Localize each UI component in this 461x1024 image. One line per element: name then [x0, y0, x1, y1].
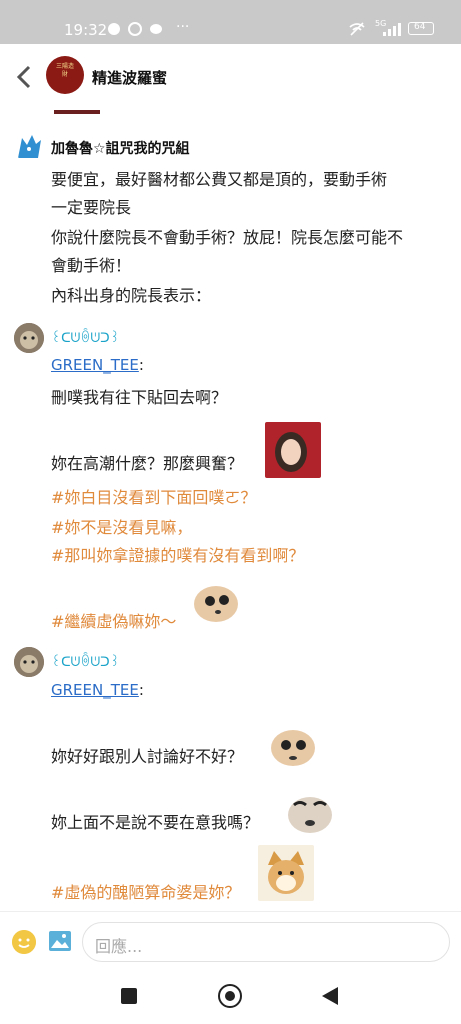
post-text-line: 妳上面不是說不要在意我嗎？: [51, 813, 260, 832]
mention-link[interactable]: GREEN_TEE: [51, 356, 139, 374]
post-text-line: 要便宜，最好醫材都公費又都是頂的，要動手術: [51, 170, 388, 189]
reply-input[interactable]: 回應...: [82, 922, 450, 962]
post-text-line: 內科出身的院長表示：: [51, 286, 212, 305]
chihuahua-sticker[interactable]: [188, 572, 244, 628]
chat-icon: [150, 24, 162, 34]
mention-link[interactable]: GREEN_TEE: [51, 681, 139, 699]
status-time: 19:32: [64, 21, 108, 39]
more-notifications: ···: [176, 19, 190, 35]
battery-level: 64: [414, 22, 426, 32]
cat-avatar[interactable]: [14, 647, 44, 677]
status-bar: 19:32 ··· 5G 64: [0, 0, 461, 44]
post-username[interactable]: 加魯魯☆詛咒我的咒組: [51, 138, 190, 158]
post-username[interactable]: ꒰ᑕᕫꉺᕫᑐ꒱: [51, 329, 120, 346]
previous-image-peek: [54, 110, 100, 114]
hashtag-line[interactable]: #妳不是沒看見嘛，: [51, 514, 192, 538]
post-text-line: 妳在高潮什麼？那麼興奮？: [51, 454, 244, 473]
mention-colon: :: [138, 356, 144, 374]
back-arrow-icon[interactable]: [12, 64, 38, 90]
hashtag-line[interactable]: #那叫妳拿證據的噗有沒有看到啊？: [51, 542, 304, 566]
mention-colon: :: [138, 681, 144, 699]
post-text-line: 刪噗我有往下貼回去啊？: [51, 388, 228, 407]
top-bar: 三陽造財 精進波羅蜜: [0, 44, 461, 110]
cloud-icon: [108, 23, 120, 35]
cat-avatar[interactable]: [14, 323, 44, 353]
mention-line: GREEN_TEE:: [51, 356, 144, 374]
emoji-icon[interactable]: [12, 930, 36, 954]
battery-icon: 64: [408, 22, 434, 35]
post-text-line: 會動手術！: [51, 256, 132, 275]
wifi-off-icon: [349, 22, 365, 36]
mention-line: GREEN_TEE:: [51, 681, 144, 699]
back-triangle-icon[interactable]: [322, 987, 338, 1005]
recent-apps-icon[interactable]: [121, 988, 137, 1004]
app-icon: [128, 22, 142, 36]
eyebrow-dog-sticker[interactable]: [282, 787, 338, 839]
chihuahua-sticker[interactable]: [265, 718, 321, 774]
post-text-line: 你說什麼院長不會動手術？放屁！院長怎麼可能不: [51, 228, 404, 247]
system-nav-bar: [0, 971, 461, 1024]
hashtag-line[interactable]: #繼續虛偽嘛妳～: [51, 608, 176, 632]
girl-photo-sticker[interactable]: [265, 422, 321, 478]
shiba-doge-sticker[interactable]: [258, 845, 314, 901]
hashtag-line[interactable]: #虛偽的醜陋算命婆是妳？: [51, 879, 240, 903]
post-username[interactable]: ꒰ᑕᕫꉺᕫᑐ꒱: [51, 653, 120, 670]
group-avatar-text: 三陽造財: [55, 63, 74, 78]
signal-icon: [383, 23, 401, 36]
group-title: 精進波羅蜜: [92, 69, 168, 87]
image-icon[interactable]: [48, 930, 72, 952]
wolf-avatar[interactable]: [14, 132, 44, 162]
post-text-line: 一定要院長: [51, 198, 132, 217]
hashtag-line[interactable]: #妳白目沒看到下面回噗ㄛ？: [51, 484, 256, 508]
composer-bar: 回應...: [0, 911, 461, 972]
reply-placeholder: 回應...: [95, 937, 143, 956]
post-text-line: 妳好好跟別人討論好不好？: [51, 747, 244, 766]
home-icon[interactable]: [218, 984, 242, 1008]
group-avatar[interactable]: 三陽造財: [46, 56, 84, 94]
